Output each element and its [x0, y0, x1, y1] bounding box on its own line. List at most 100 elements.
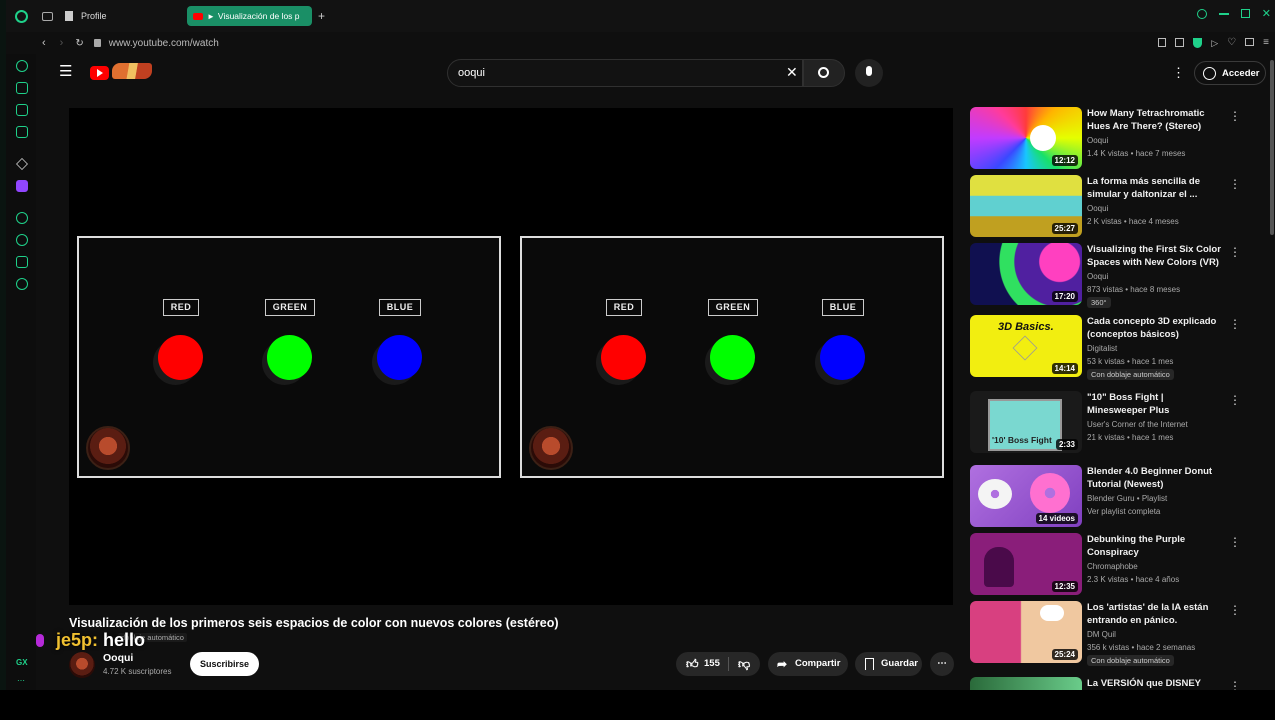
item-channel[interactable]: DM Quil — [1087, 629, 1232, 641]
item-channel[interactable]: Chromaphobe — [1087, 561, 1232, 573]
refresh-icon[interactable] — [16, 60, 28, 72]
list-item[interactable]: '10' Boss Fight 2:33 "10" Boss Fight | M… — [970, 391, 1242, 455]
video-thumbnail[interactable]: 17:20 — [970, 243, 1082, 305]
minimize-icon[interactable] — [1218, 13, 1229, 15]
list-item[interactable]: 25:24 Los 'artistas' de la IA están entr… — [970, 601, 1242, 666]
more-icon[interactable]: ⋮ — [1229, 317, 1241, 331]
send-icon[interactable]: ▷ — [1211, 38, 1218, 49]
dislike-button[interactable]: 👎︎ — [730, 652, 760, 676]
back-icon[interactable]: ‹ — [42, 37, 46, 49]
item-title[interactable]: La forma más sencilla de simular y dalto… — [1087, 175, 1225, 201]
item-channel[interactable]: User's Corner of the Internet — [1087, 419, 1232, 431]
video-thumbnail[interactable]: 14 videos — [970, 465, 1082, 527]
more-icon[interactable]: ⋮ — [1229, 177, 1241, 191]
list-item[interactable]: 12:35 Debunking the Purple Conspiracy Ch… — [970, 533, 1242, 597]
url-field[interactable]: www.youtube.com/watch — [109, 38, 219, 49]
menu-icon[interactable]: ≡ — [1263, 38, 1269, 49]
more-icon[interactable]: ⋮ — [1229, 109, 1241, 123]
shield-icon[interactable] — [1193, 38, 1203, 48]
item-title[interactable]: Cada concepto 3D explicado (conceptos bá… — [1087, 315, 1225, 341]
video-thumbnail[interactable] — [970, 677, 1082, 690]
reload-icon[interactable]: ↻ — [75, 38, 83, 49]
doodle-logo-icon[interactable] — [112, 63, 152, 79]
list-item[interactable]: 12:12 How Many Tetrachromatic Hues Are T… — [970, 107, 1242, 171]
new-tab-button[interactable]: + — [318, 9, 325, 23]
layers-icon[interactable] — [16, 104, 28, 116]
video-player[interactable]: RED GREEN BLUE RED GREEN BLUE — [69, 108, 953, 605]
item-channel[interactable]: Ooqui — [1087, 271, 1232, 283]
more-options-icon[interactable]: ⋮ — [1172, 65, 1185, 81]
item-title[interactable]: Debunking the Purple Conspiracy — [1087, 533, 1225, 559]
search-input[interactable]: ooqui — [447, 59, 803, 87]
clear-search-icon[interactable]: ✕ — [786, 64, 798, 81]
close-icon[interactable]: ✕ — [1262, 9, 1271, 20]
subscribe-button[interactable]: Suscribirse — [190, 652, 259, 676]
heart-icon[interactable]: ♡ — [1227, 38, 1236, 49]
twitch-icon[interactable] — [16, 180, 28, 192]
search-icon[interactable] — [1196, 9, 1207, 19]
more-icon[interactable]: ⋮ — [1229, 535, 1241, 549]
video-thumbnail[interactable]: '10' Boss Fight 2:33 — [970, 391, 1082, 453]
extensions-icon[interactable] — [16, 256, 28, 268]
save-button[interactable]: Guardar — [855, 652, 922, 676]
forward-icon[interactable]: › — [60, 37, 64, 49]
tab-manager-icon[interactable] — [42, 11, 53, 21]
item-title[interactable]: How Many Tetrachromatic Hues Are There? … — [1087, 107, 1225, 133]
item-title[interactable]: Blender 4.0 Beginner Donut Tutorial (New… — [1087, 465, 1225, 491]
music-icon[interactable] — [16, 158, 28, 170]
video-thumbnail[interactable]: 3D Basics. 14:14 — [970, 315, 1082, 377]
player-icon[interactable] — [16, 212, 28, 224]
item-title[interactable]: "10" Boss Fight | Minesweeper Plus — [1087, 391, 1225, 417]
list-item[interactable]: 25:27 La forma más sencilla de simular y… — [970, 175, 1242, 239]
settings-icon[interactable] — [16, 278, 28, 290]
restore-icon[interactable] — [1240, 9, 1250, 18]
item-channel[interactable]: Blender Guru • Playlist — [1087, 493, 1232, 505]
scrollbar[interactable] — [1270, 60, 1274, 235]
item-meta: 2 K vistas • hace 4 meses — [1087, 217, 1179, 226]
like-button[interactable]: 👍︎ 155 — [676, 652, 726, 676]
more-icon[interactable]: ⋮ — [1229, 679, 1241, 690]
voice-search-button[interactable] — [855, 59, 883, 87]
item-meta[interactable]: Ver playlist completa — [1087, 506, 1232, 518]
video-thumbnail[interactable]: 25:27 — [970, 175, 1082, 237]
video-thumbnail[interactable]: 12:35 — [970, 533, 1082, 595]
pin-icon[interactable] — [1158, 38, 1167, 47]
label-blue: BLUE — [822, 299, 864, 316]
list-item[interactable]: 3D Basics. 14:14 Cada concepto 3D explic… — [970, 315, 1242, 380]
history-icon[interactable] — [16, 234, 28, 246]
more-actions-button[interactable]: ⋯ — [930, 652, 954, 676]
item-title[interactable]: Visualizing the First Six Color Spaces w… — [1087, 243, 1225, 269]
wallet-icon[interactable] — [1245, 38, 1255, 46]
tab-profile[interactable]: Profile — [65, 5, 187, 27]
more-icon[interactable]: ⋯ — [17, 676, 25, 685]
list-item[interactable]: 17:20 Visualizing the First Six Color Sp… — [970, 243, 1242, 308]
shop-icon[interactable] — [16, 82, 28, 94]
item-channel[interactable]: Ooqui — [1087, 135, 1232, 147]
related-videos: 12:12 How Many Tetrachromatic Hues Are T… — [970, 107, 1242, 690]
tab-active-video[interactable]: ► Visualización de los p — [187, 6, 312, 26]
item-meta: 2.3 K vistas • hace 4 años — [1087, 575, 1180, 584]
item-channel[interactable]: Ooqui — [1087, 203, 1232, 215]
news-icon[interactable] — [16, 126, 28, 138]
opera-logo-icon[interactable] — [15, 9, 28, 23]
duration: 2:33 — [1055, 439, 1078, 450]
gx-icon[interactable]: GX — [16, 658, 28, 667]
signin-button[interactable]: Acceder — [1194, 61, 1266, 85]
more-icon[interactable]: ⋮ — [1229, 393, 1241, 407]
more-icon[interactable]: ⋮ — [1229, 245, 1241, 259]
avatar[interactable] — [69, 652, 95, 678]
share-button[interactable]: ➦ Compartir — [768, 652, 848, 676]
channel-name[interactable]: Ooqui — [103, 652, 133, 664]
list-item[interactable]: 14 videos Blender 4.0 Beginner Donut Tut… — [970, 465, 1242, 529]
item-title[interactable]: Los 'artistas' de la IA están entrando e… — [1087, 601, 1225, 627]
save-label: Guardar — [881, 658, 918, 669]
snapshot-icon[interactable] — [1175, 38, 1185, 47]
item-title[interactable]: La VERSIÓN que DISNEY nunca — [1087, 677, 1225, 690]
list-item[interactable]: La VERSIÓN que DISNEY nunca ⋮ — [970, 677, 1242, 690]
more-icon[interactable]: ⋮ — [1229, 603, 1241, 617]
search-button[interactable] — [803, 59, 845, 87]
video-thumbnail[interactable]: 25:24 — [970, 601, 1082, 663]
item-channel[interactable]: Digitalist — [1087, 343, 1232, 355]
video-thumbnail[interactable]: 12:12 — [970, 107, 1082, 169]
hamburger-menu-icon[interactable]: ☰ — [59, 64, 72, 79]
